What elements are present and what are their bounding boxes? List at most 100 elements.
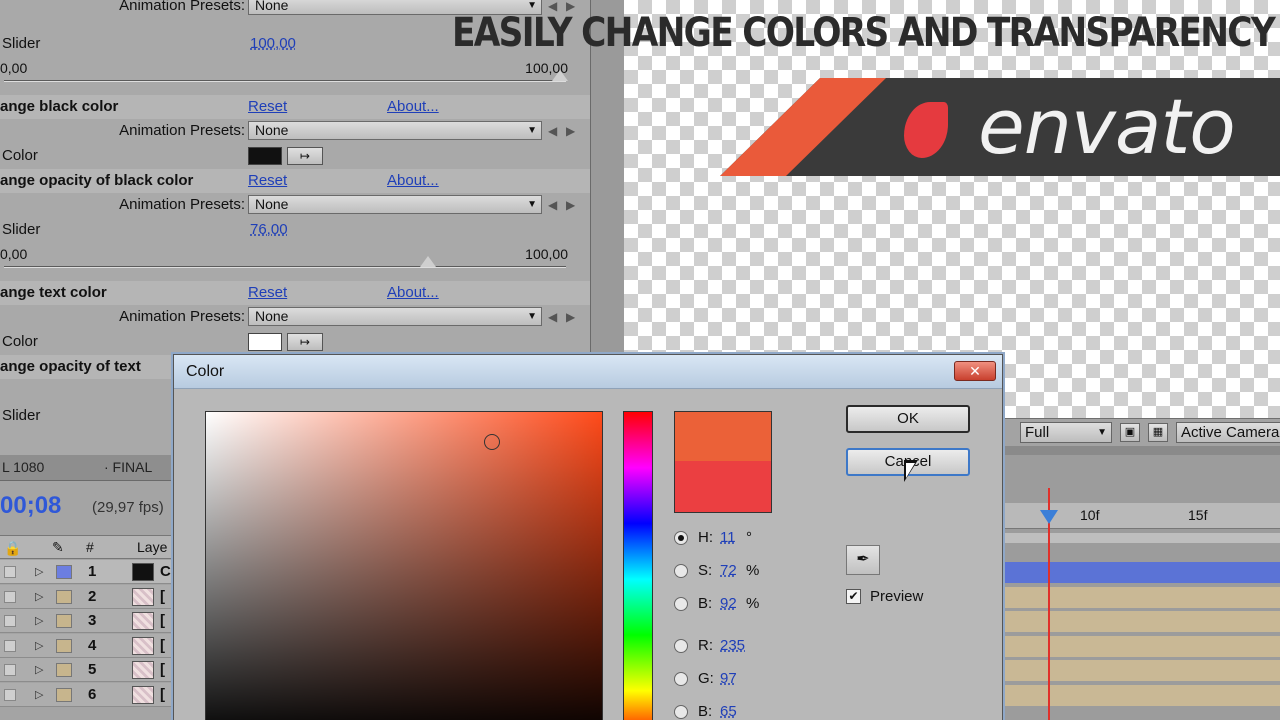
effect-row-slider-value: Slider 76,00	[0, 218, 590, 242]
layer-duration-bar[interactable]	[1004, 635, 1280, 657]
transparency-grid-icon[interactable]: ▦	[1148, 423, 1168, 442]
dialog-title-bar[interactable]: Color ✕	[174, 355, 1002, 389]
color-mode-radio[interactable]	[674, 705, 688, 719]
resolution-dropdown[interactable]: Full ▼	[1020, 422, 1112, 443]
field-value[interactable]: 97	[720, 668, 737, 690]
slider-track[interactable]	[4, 266, 566, 268]
color-mode-radio[interactable]	[674, 564, 688, 578]
previous-preset-icon[interactable]: ◀	[548, 119, 557, 143]
effect-row-preset: Animation Presets: None ▼ ◀ ▶	[0, 305, 590, 329]
about-link[interactable]: About...	[387, 95, 439, 119]
camera-dropdown[interactable]: Active Camera	[1176, 422, 1280, 443]
hue-slider[interactable]	[623, 411, 653, 720]
twirl-down-icon[interactable]: ▷	[35, 634, 43, 658]
layer-label-color[interactable]	[56, 589, 72, 604]
layer-duration-bar[interactable]	[1004, 586, 1280, 608]
playhead-marker-icon[interactable]	[1040, 510, 1058, 524]
slider-value[interactable]: 100,00	[250, 32, 296, 56]
layer-label-color[interactable]	[56, 687, 72, 702]
slider-thumb[interactable]	[552, 70, 568, 81]
chevron-down-icon: ▼	[527, 311, 537, 322]
layer-label-color[interactable]	[56, 614, 72, 628]
next-preset-icon[interactable]: ▶	[566, 119, 575, 143]
animation-presets-label: Animation Presets:	[119, 308, 245, 325]
slider-thumb[interactable]	[420, 256, 437, 267]
presets-value: None	[255, 0, 289, 13]
visibility-toggle[interactable]	[4, 664, 16, 676]
layer-name[interactable]: [	[160, 609, 165, 633]
layer-duration-bar[interactable]	[1004, 684, 1280, 706]
ok-button[interactable]: OK	[846, 405, 970, 433]
layer-label-color[interactable]	[56, 565, 72, 579]
color-mode-radio[interactable]	[674, 597, 688, 611]
layer-duration-bar[interactable]	[1004, 611, 1280, 632]
layer-name[interactable]: [	[160, 585, 165, 609]
animation-presets-dropdown[interactable]: None ▼	[248, 307, 542, 326]
label-tag-icon[interactable]: ✎	[52, 536, 64, 558]
new-color-swatch	[674, 411, 772, 461]
layer-name[interactable]: [	[160, 683, 165, 707]
animation-presets-label: Animation Presets:	[119, 196, 245, 213]
layer-duration-bar[interactable]	[1004, 562, 1280, 583]
layer-label-color[interactable]	[56, 638, 72, 653]
effect-name[interactable]: ange black color	[0, 95, 118, 119]
layer-name[interactable]: [	[160, 634, 165, 658]
visibility-toggle[interactable]	[4, 688, 16, 701]
slider-track[interactable]	[4, 80, 566, 82]
twirl-down-icon[interactable]: ▷	[35, 683, 43, 707]
reset-link[interactable]: Reset	[248, 169, 287, 193]
reset-link[interactable]: Reset	[248, 95, 287, 119]
color-swatch[interactable]	[248, 147, 282, 165]
about-link[interactable]: About...	[387, 281, 439, 305]
effect-name[interactable]: ange opacity of text	[0, 355, 141, 379]
layer-number: 4	[88, 636, 97, 654]
field-value[interactable]: 92	[720, 593, 737, 615]
eyedropper-icon[interactable]: ↦	[287, 147, 323, 165]
layer-duration-bar[interactable]	[1004, 660, 1280, 681]
field-value[interactable]: 72	[720, 560, 737, 582]
tab-comp-1080[interactable]: L 1080	[2, 459, 44, 475]
effect-name[interactable]: ange opacity of black color	[0, 169, 193, 193]
work-area-bar[interactable]	[1000, 533, 1280, 543]
color-picker-cursor[interactable]	[484, 434, 500, 450]
next-preset-icon[interactable]: ▶	[566, 305, 575, 329]
current-timecode[interactable]: 00;08	[0, 492, 61, 520]
reset-link[interactable]: Reset	[248, 281, 287, 305]
visibility-toggle[interactable]	[4, 615, 16, 627]
close-icon[interactable]: ✕	[954, 361, 996, 381]
field-value[interactable]: 235	[720, 635, 745, 657]
field-value[interactable]: 65	[720, 701, 737, 720]
visibility-toggle[interactable]	[4, 639, 16, 652]
visibility-toggle[interactable]	[4, 566, 16, 578]
color-mode-radio[interactable]	[674, 639, 688, 653]
saturation-brightness-field[interactable]	[205, 411, 603, 720]
previous-preset-icon[interactable]: ◀	[548, 193, 557, 217]
checkbox-icon[interactable]: ✔	[846, 589, 861, 604]
color-mode-radio[interactable]	[674, 531, 688, 545]
color-mode-radio[interactable]	[674, 672, 688, 686]
layer-label-color[interactable]	[56, 663, 72, 677]
color-swatch[interactable]	[248, 333, 282, 351]
eyedropper-icon[interactable]: ✒	[846, 545, 880, 575]
twirl-down-icon[interactable]: ▷	[35, 609, 43, 633]
twirl-down-icon[interactable]: ▷	[35, 585, 43, 609]
tab-final[interactable]: · FINAL	[104, 459, 152, 475]
timeline-graph[interactable]: 10f 15f	[1000, 455, 1280, 720]
field-value[interactable]: 11	[720, 527, 736, 549]
layer-name[interactable]: C	[160, 560, 171, 584]
layer-name[interactable]: [	[160, 658, 165, 682]
eyedropper-icon[interactable]: ↦	[287, 333, 323, 351]
visibility-toggle[interactable]	[4, 590, 16, 603]
next-preset-icon[interactable]: ▶	[566, 193, 575, 217]
lock-icon[interactable]: 🔒	[4, 537, 21, 559]
effect-name[interactable]: ange text color	[0, 281, 107, 305]
slider-value[interactable]: 76,00	[250, 218, 288, 242]
twirl-down-icon[interactable]: ▷	[35, 560, 43, 584]
animation-presets-dropdown[interactable]: None ▼	[248, 121, 542, 140]
previous-preset-icon[interactable]: ◀	[548, 305, 557, 329]
about-link[interactable]: About...	[387, 169, 439, 193]
animation-presets-dropdown[interactable]: None ▼	[248, 195, 542, 214]
region-of-interest-icon[interactable]: ▣	[1120, 423, 1140, 442]
original-color-swatch[interactable]	[674, 461, 772, 513]
twirl-down-icon[interactable]: ▷	[35, 658, 43, 682]
